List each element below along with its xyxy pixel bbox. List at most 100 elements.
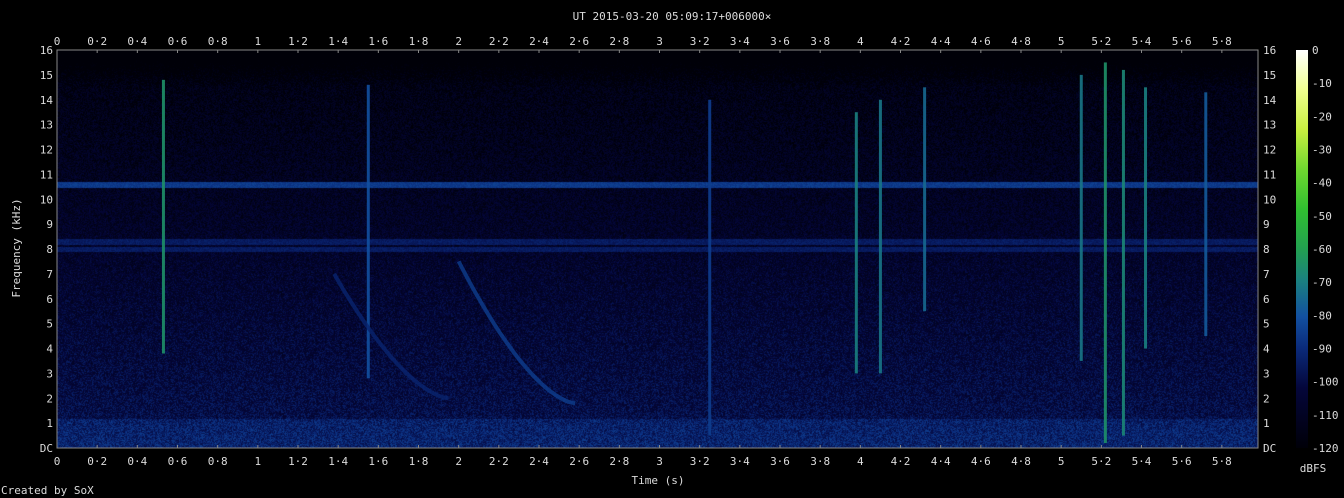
x-axis-label: Time (s): [632, 474, 685, 487]
x-tick-label-top: 0: [54, 35, 61, 48]
spectrogram-chart: UT 2015-03-20 05:09:17+006000× 0 0 0·2 0·2 0…: [1, 10, 1339, 497]
x-tick-label-bottom: 1·8: [409, 455, 429, 468]
impulse-streak: [1144, 87, 1148, 349]
x-tick-label-top: 1·6: [368, 35, 388, 48]
y-tick-label-right: DC: [1263, 442, 1276, 455]
impulse-streak: [161, 79, 165, 354]
x-tick-label-top: 2·8: [609, 35, 629, 48]
x-tick-label-bottom: 0·8: [208, 455, 228, 468]
plot-area: [56, 49, 1259, 449]
x-tick-label-bottom: 0·6: [168, 455, 188, 468]
x-tick-label-top: 0·6: [168, 35, 188, 48]
x-tick-label-top: 2: [455, 35, 462, 48]
colorbar-tick-label: -90: [1312, 343, 1332, 356]
y-tick-label-left: 16: [40, 44, 53, 57]
impulse-streak: [708, 99, 712, 436]
x-tick-label-top: 4·4: [931, 35, 951, 48]
x-tick-label-top: 5·4: [1132, 35, 1152, 48]
y-tick-label-left: 6: [46, 293, 53, 306]
x-tick-label-top: 4·6: [971, 35, 991, 48]
y-tick-label-left: 5: [46, 318, 53, 331]
y-tick-label-right: 1: [1263, 417, 1270, 430]
y-tick-label-left: 7: [46, 268, 53, 281]
y-tick-label-right: 6: [1263, 293, 1270, 306]
y-tick-label-right: 2: [1263, 392, 1270, 405]
colorbar-tick-label: -80: [1312, 309, 1332, 322]
x-tick-label-bottom: 5: [1058, 455, 1065, 468]
y-tick-label-left: 2: [46, 392, 53, 405]
colorbar-tick-label: -100: [1312, 376, 1339, 389]
x-tick-label-bottom: 2·2: [489, 455, 509, 468]
x-tick-label-top: 1: [255, 35, 262, 48]
colorbar-tick-label: -120: [1312, 442, 1339, 455]
x-tick-label-top: 2·4: [529, 35, 549, 48]
impulse-streak: [366, 84, 370, 379]
x-tick-label-bottom: 3·6: [770, 455, 790, 468]
x-tick-label-top: 4: [857, 35, 864, 48]
colorbar-ticks: 0 -10 -20 -30 -40 -50 -60 -70 -80 -90 -100 -110 -120: [1312, 44, 1339, 455]
y-tick-label-left: DC: [40, 442, 53, 455]
impulse-streak: [1204, 92, 1208, 337]
x-tick-label-top: 0·2: [87, 35, 107, 48]
impulse-streak: [854, 112, 858, 374]
colorbar-label: dBFS: [1300, 462, 1327, 475]
x-tick-label-top: 3·8: [810, 35, 830, 48]
colorbar-tick-label: -50: [1312, 210, 1332, 223]
colorbar-tick-label: -70: [1312, 276, 1332, 289]
x-tick-label-bottom: 3·8: [810, 455, 830, 468]
x-tick-label-bottom: 2·6: [569, 455, 589, 468]
y-tick-label-left: 10: [40, 193, 53, 206]
y-tick-label-left: 3: [46, 367, 53, 380]
impulse-streak: [923, 87, 927, 312]
y-tick-label-right: 8: [1263, 243, 1270, 256]
impulse-streak: [878, 99, 882, 374]
x-tick-label-top: 5·6: [1172, 35, 1192, 48]
colorbar-tick-label: -110: [1312, 409, 1339, 422]
x-tick-label-bottom: 4·2: [891, 455, 911, 468]
x-tick-label-bottom: 3: [656, 455, 663, 468]
x-tick-label-top: 1·8: [409, 35, 429, 48]
x-tick-label-bottom: 2: [455, 455, 462, 468]
y-tick-label-right: 11: [1263, 168, 1276, 181]
y-tick-label-left: 8: [46, 243, 53, 256]
x-tick-label-bottom: 3·4: [730, 455, 750, 468]
y-tick-label-left: 11: [40, 168, 53, 181]
y-tick-label-right: 14: [1263, 94, 1277, 107]
x-tick-label-bottom: 5·8: [1212, 455, 1232, 468]
colorbar-tick-label: 0: [1312, 44, 1319, 57]
x-tick-label-top: 0·8: [208, 35, 228, 48]
colorbar-tick-label: -60: [1312, 243, 1332, 256]
x-tick-label-bottom: 4: [857, 455, 864, 468]
x-tick-label-bottom: 4·6: [971, 455, 991, 468]
y-tick-label-right: 4: [1263, 343, 1270, 356]
y-tick-label-right: 3: [1263, 367, 1270, 380]
y-tick-label-right: 9: [1263, 218, 1270, 231]
y-tick-label-right: 15: [1263, 69, 1276, 82]
x-tick-label-top: 2·2: [489, 35, 509, 48]
x-tick-label-bottom: 0·4: [127, 455, 147, 468]
y-tick-label-right: 5: [1263, 318, 1270, 331]
y-tick-label-left: 14: [40, 94, 54, 107]
x-tick-label-top: 5: [1058, 35, 1065, 48]
y-tick-label-right: 13: [1263, 119, 1276, 132]
x-tick-label-bottom: 1·4: [328, 455, 348, 468]
colorbar-tick-label: -40: [1312, 177, 1332, 190]
impulse-streak: [1103, 62, 1107, 444]
x-tick-label-bottom: 2·4: [529, 455, 549, 468]
x-tick-label-top: 5·2: [1091, 35, 1111, 48]
y-tick-label-left: 4: [46, 343, 53, 356]
y-tick-label-right: 7: [1263, 268, 1270, 281]
x-tick-label-top: 3: [656, 35, 663, 48]
x-tick-label-bottom: 3·2: [690, 455, 710, 468]
x-tick-label-top: 4·8: [1011, 35, 1031, 48]
y-tick-label-right: 12: [1263, 144, 1276, 157]
y-axis-label: Frequency (kHz): [10, 198, 23, 297]
x-tick-label-bottom: 1·2: [288, 455, 308, 468]
colorbar-tick-label: -10: [1312, 77, 1332, 90]
y-tick-label-left: 1: [46, 417, 53, 430]
x-tick-label-bottom: 5·6: [1172, 455, 1192, 468]
x-tick-label-top: 3·2: [690, 35, 710, 48]
x-tick-label-bottom: 1: [255, 455, 262, 468]
y-tick-label-left: 13: [40, 119, 53, 132]
y-tick-label-left: 15: [40, 69, 53, 82]
